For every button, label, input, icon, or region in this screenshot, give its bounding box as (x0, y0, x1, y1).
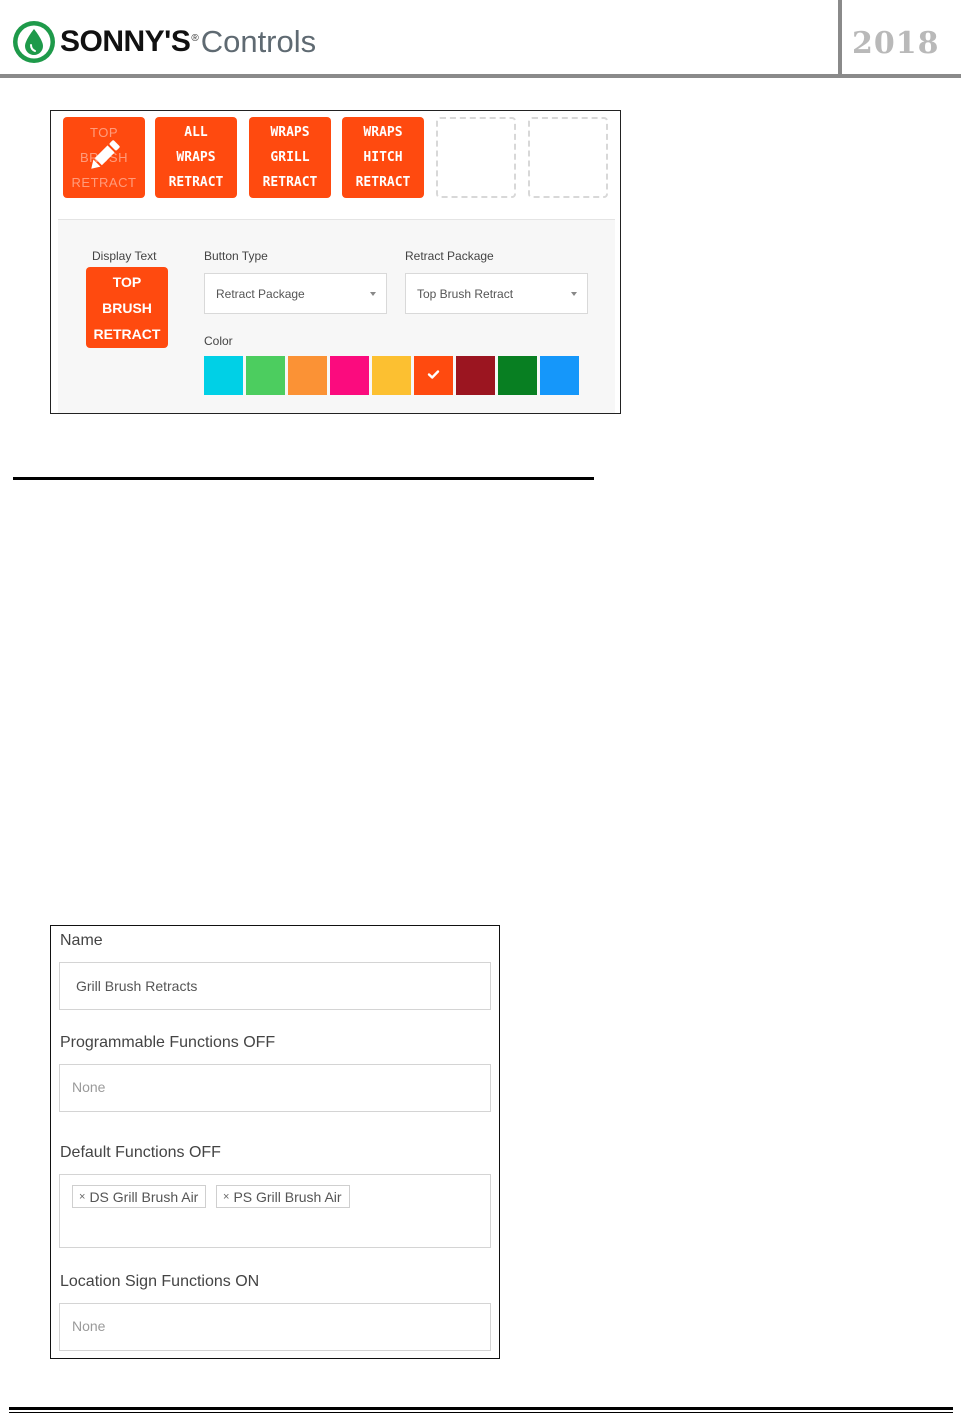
caret-down-icon (370, 292, 376, 296)
button-settings-panel: Display Text TOP BRUSH RETRACT Button Ty… (58, 219, 615, 413)
tile-line: WRAPS (363, 125, 403, 140)
tile-line: WRAPS (176, 150, 216, 165)
retract-package-select[interactable]: Top Brush Retract (405, 273, 588, 314)
tile-line: WRAPS (270, 125, 310, 140)
brand-logo: SONNY'S ® Controls (12, 20, 316, 64)
button-type-label: Button Type (204, 249, 268, 263)
empty-button-slot[interactable] (528, 117, 608, 198)
retract-package-label: Retract Package (405, 249, 494, 263)
color-swatch[interactable] (540, 356, 579, 395)
page-header: SONNY'S ® Controls 2018 (0, 0, 961, 78)
preview-line: BRUSH (102, 299, 152, 316)
registered-mark: ® (191, 32, 199, 44)
color-swatch[interactable] (498, 356, 537, 395)
preview-line: TOP (112, 273, 142, 290)
location-sign-functions-on-input[interactable]: None (59, 1303, 491, 1351)
product-name: Controls (200, 24, 317, 59)
header-vertical-rule (838, 0, 842, 76)
section-divider (13, 477, 594, 480)
tag-ds-grill-brush-air: × DS Grill Brush Air (72, 1185, 207, 1208)
name-input[interactable]: Grill Brush Retracts (59, 962, 491, 1010)
tile-line: RETRACT (262, 175, 318, 190)
name-label: Name (60, 932, 103, 949)
footer-rule (9, 1407, 953, 1410)
retract-package-value: Top Brush Retract (417, 287, 514, 301)
water-drop-icon (13, 21, 55, 63)
color-swatches (204, 356, 582, 395)
default-functions-off-input[interactable]: × DS Grill Brush Air × PS Grill Brush Ai… (59, 1174, 491, 1248)
tile-line: GRILL (270, 150, 310, 165)
programmable-functions-off-input[interactable]: None (59, 1064, 491, 1112)
color-swatch[interactable] (246, 356, 285, 395)
tag-ps-grill-brush-air: × PS Grill Brush Air (216, 1185, 350, 1208)
button-type-value: Retract Package (216, 287, 305, 301)
color-swatch[interactable] (456, 356, 495, 395)
tile-wraps-hitch-retract[interactable]: WRAPS HITCH RETRACT (342, 117, 424, 198)
programmable-functions-off-label: Programmable Functions OFF (60, 1034, 276, 1051)
document-year: 2018 (852, 26, 940, 61)
tile-line: HITCH (363, 150, 403, 165)
color-label: Color (204, 334, 233, 348)
tile-wraps-grill-retract[interactable]: WRAPS GRILL RETRACT (249, 117, 331, 198)
checkmark-icon (427, 370, 440, 379)
location-sign-functions-on-label: Location Sign Functions ON (60, 1273, 260, 1290)
tile-top-brush-retract[interactable]: TOP BRUSH RETRACT (63, 117, 145, 198)
caret-down-icon (571, 292, 577, 296)
retract-group-form: Name Grill Brush Retracts Programmable F… (50, 925, 500, 1359)
name-value: Grill Brush Retracts (76, 978, 198, 994)
tag-label: DS Grill Brush Air (89, 1188, 199, 1205)
tile-line: ALL (184, 125, 208, 140)
color-swatch[interactable] (288, 356, 327, 395)
brand-name: SONNY'S (60, 25, 191, 58)
tile-line: RETRACT (355, 175, 411, 190)
button-type-select[interactable]: Retract Package (204, 273, 387, 314)
color-swatch[interactable] (204, 356, 243, 395)
header-rule (0, 74, 961, 78)
remove-tag-icon[interactable]: × (79, 1191, 85, 1203)
color-swatch[interactable] (372, 356, 411, 395)
empty-button-slot[interactable] (436, 117, 516, 198)
preview-line: RETRACT (93, 325, 161, 342)
location-sign-functions-on-placeholder: None (72, 1318, 106, 1334)
button-editor-figure: TOP BRUSH RETRACT ALL WRAPS RETRACT WRAP… (50, 110, 621, 414)
programmable-functions-off-placeholder: None (72, 1079, 106, 1095)
tag-label: PS Grill Brush Air (233, 1188, 342, 1205)
remove-tag-icon[interactable]: × (223, 1191, 229, 1203)
color-swatch[interactable] (330, 356, 369, 395)
pencil-icon[interactable] (84, 136, 124, 176)
tile-all-wraps-retract[interactable]: ALL WRAPS RETRACT (155, 117, 237, 198)
tile-line: RETRACT (168, 175, 224, 190)
color-swatch[interactable] (414, 356, 453, 395)
default-functions-off-label: Default Functions OFF (60, 1144, 221, 1161)
display-text-preview[interactable]: TOP BRUSH RETRACT (86, 267, 168, 348)
footer-rule-thin (9, 1412, 953, 1413)
display-text-label: Display Text (92, 249, 157, 263)
